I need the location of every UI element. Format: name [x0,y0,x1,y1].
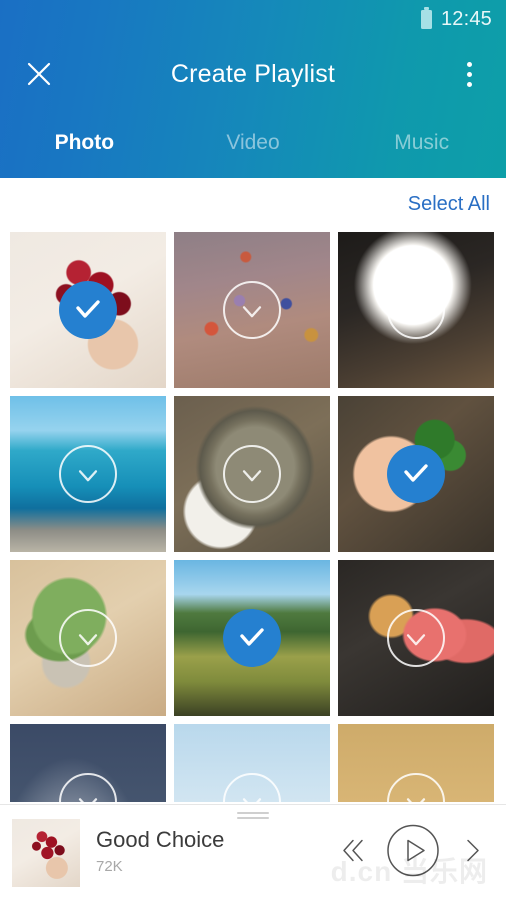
checkbox-unchecked[interactable] [387,609,445,667]
drag-handle[interactable] [237,812,269,819]
photo-tile[interactable] [10,560,166,716]
checkbox-unchecked[interactable] [223,445,281,503]
page-title: Create Playlist [170,59,336,88]
checkbox-checked[interactable] [387,445,445,503]
status-bar: 12:45 [0,0,506,38]
photo-grid[interactable] [10,232,502,802]
overflow-menu-icon [466,61,472,67]
photo-tile[interactable] [174,560,330,716]
photo-tile[interactable] [10,724,166,802]
tab-video[interactable]: Video [169,112,338,174]
play-icon [384,821,442,884]
overflow-menu-button[interactable] [452,53,486,95]
player-track-subtitle: 72K [96,858,123,875]
checkbox-unchecked[interactable] [59,609,117,667]
checkbox-unchecked[interactable] [59,445,117,503]
app-bar: Create Playlist [0,38,506,110]
player-controls [336,821,490,884]
next-track-button[interactable] [456,833,490,872]
checkbox-unchecked[interactable] [387,281,445,339]
photo-tile[interactable] [338,560,494,716]
drag-handle-line-1 [237,812,269,814]
player-thumbnail[interactable] [12,819,80,887]
previous-track-icon [336,833,370,872]
checkbox-checked[interactable] [223,609,281,667]
play-button[interactable] [384,821,442,884]
next-track-icon [456,833,490,872]
app-header: 12:45 Create Playlist Photo Video Music [0,0,506,178]
photo-tile[interactable] [338,724,494,802]
tab-bar: Photo Video Music [0,112,506,174]
tab-photo[interactable]: Photo [0,112,169,174]
player-track-info: Good Choice 72K [96,827,224,875]
checkbox-unchecked[interactable] [223,281,281,339]
photo-tile[interactable] [174,724,330,802]
photo-tile[interactable] [174,232,330,388]
photo-tile[interactable] [10,232,166,388]
photo-tile[interactable] [10,396,166,552]
overflow-menu-icon-dot2 [466,71,472,77]
select-all-bar: Select All [0,178,506,230]
photo-tile[interactable] [338,396,494,552]
tab-music[interactable]: Music [337,112,506,174]
photo-tile[interactable] [338,232,494,388]
mini-player-bar: Good Choice 72K d.cn 当乐网 [0,804,506,900]
photo-tile[interactable] [174,396,330,552]
app-root: 12:45 Create Playlist Photo Video Music [0,0,506,900]
battery-icon [420,6,432,29]
select-all-button[interactable]: Select All [408,193,490,216]
previous-track-button[interactable] [336,833,370,872]
player-track-title: Good Choice [96,827,225,852]
drag-handle-line-2 [237,817,269,819]
checkbox-checked[interactable] [59,281,117,339]
status-bar-clock: 12:45 [440,7,492,30]
overflow-menu-icon-dot3 [466,81,472,87]
